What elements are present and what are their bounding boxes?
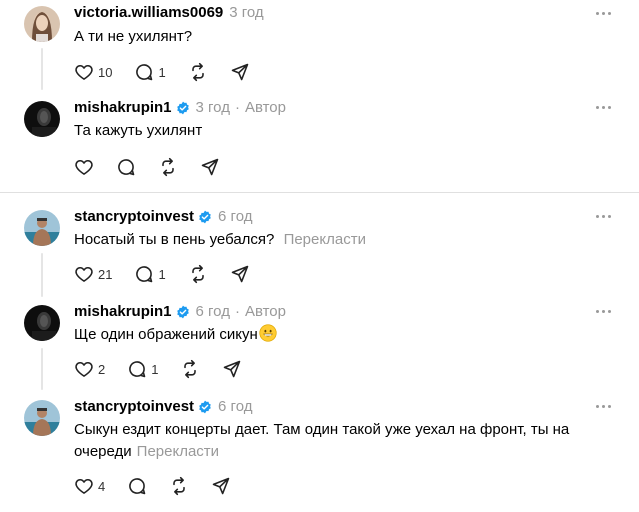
comment-icon (118, 159, 135, 176)
like-button[interactable]: 10 (74, 62, 112, 82)
avatar[interactable] (24, 400, 60, 436)
translate-link[interactable]: Перекласти (137, 443, 219, 460)
share-button[interactable] (230, 62, 250, 82)
heart-icon (75, 64, 93, 80)
thread-line (41, 348, 43, 390)
avatar[interactable] (24, 210, 60, 246)
reply-button[interactable]: 1 (134, 264, 166, 284)
reply-count: 1 (158, 64, 166, 80)
reply-count: 1 (158, 266, 166, 282)
reply-button[interactable]: 1 (134, 62, 166, 82)
avatar[interactable] (24, 101, 60, 137)
timestamp: 3 год (195, 99, 230, 116)
share-button[interactable] (211, 476, 231, 496)
like-button[interactable]: 4 (74, 476, 105, 496)
username[interactable]: stancryptoinvest (74, 398, 194, 415)
verified-badge-icon (176, 305, 190, 319)
timestamp: 6 год (218, 208, 253, 225)
username[interactable]: mishakrupin1 (74, 303, 172, 320)
repost-icon (162, 157, 174, 177)
repost-icon (173, 476, 186, 496)
repost-button[interactable] (188, 62, 208, 82)
like-button[interactable] (74, 157, 94, 177)
comment-text-line-1: Сыкун ездит концерты дает. Там один тако… (74, 421, 570, 438)
separator-dot: · (234, 303, 240, 320)
author-badge: Автор (244, 99, 286, 116)
comment-icon (136, 64, 153, 81)
verified-badge-icon (198, 400, 212, 414)
more-options-icon[interactable] (593, 102, 613, 112)
heart-icon (75, 266, 93, 282)
avatar[interactable] (24, 6, 60, 42)
comment-text: Ще один ображений сикун (74, 326, 258, 343)
more-options-icon[interactable] (593, 8, 613, 18)
send-icon (231, 265, 248, 283)
heart-icon (75, 361, 93, 377)
comment-icon (129, 361, 146, 378)
like-button[interactable]: 21 (74, 264, 112, 284)
repost-button[interactable] (158, 157, 178, 177)
thread-divider (0, 192, 639, 193)
thread-line (41, 48, 43, 90)
repost-icon (191, 62, 204, 82)
author-badge: Автор (244, 303, 286, 320)
comment-icon (136, 266, 153, 283)
username[interactable]: mishakrupin1 (74, 99, 172, 116)
verified-badge-icon (198, 210, 212, 224)
comment-text: Носатый ты в пень уебался? (74, 231, 275, 248)
comment-text: Та кажуть ухилянт (74, 122, 203, 139)
share-button[interactable] (230, 264, 250, 284)
grinning-face-emoji (259, 324, 277, 349)
username[interactable]: stancryptoinvest (74, 208, 194, 225)
like-count: 10 (98, 64, 113, 80)
translate-link[interactable]: Перекласти (284, 231, 366, 248)
send-icon (201, 158, 219, 176)
more-options-icon[interactable] (593, 401, 613, 411)
reply-button[interactable]: 1 (127, 359, 158, 379)
separator-dot: · (234, 99, 240, 116)
comment-text: А ти не ухилянт? (74, 28, 193, 45)
share-button[interactable] (222, 359, 242, 379)
username[interactable]: victoria.williams0069 (74, 4, 223, 21)
reply-button[interactable] (127, 476, 147, 496)
repost-icon (191, 264, 204, 284)
like-count: 2 (98, 361, 106, 377)
comment-text-line-2: очереди (74, 443, 132, 460)
more-options-icon[interactable] (593, 211, 613, 221)
like-count: 21 (98, 266, 113, 282)
avatar[interactable] (24, 305, 60, 341)
heart-icon (75, 159, 93, 175)
verified-badge-icon (176, 101, 190, 115)
thread-line (41, 253, 43, 297)
like-count: 4 (98, 478, 106, 494)
like-button[interactable]: 2 (74, 359, 105, 379)
send-icon (224, 360, 241, 378)
heart-icon (75, 478, 93, 494)
timestamp: 6 год (195, 303, 230, 320)
share-button[interactable] (200, 157, 220, 177)
timestamp: 6 год (218, 398, 253, 415)
send-icon (212, 477, 230, 495)
send-icon (231, 63, 248, 81)
repost-button[interactable] (188, 264, 208, 284)
more-options-icon[interactable] (593, 306, 613, 316)
repost-button[interactable] (180, 359, 200, 379)
reply-count: 1 (151, 361, 159, 377)
repost-button[interactable] (169, 476, 189, 496)
reply-button[interactable] (116, 157, 136, 177)
timestamp: 3 год (229, 4, 264, 21)
repost-icon (184, 359, 197, 379)
comment-icon (129, 478, 146, 495)
